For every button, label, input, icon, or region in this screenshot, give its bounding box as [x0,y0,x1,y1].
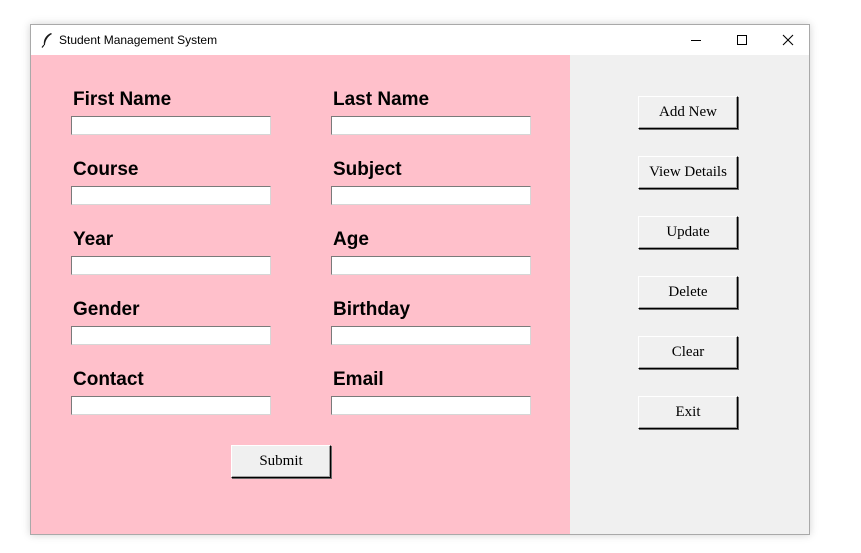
contact-field[interactable] [71,396,271,415]
contact-label: Contact [73,369,144,390]
age-label: Age [333,229,369,250]
add-new-button[interactable]: Add New [638,96,738,129]
gender-field[interactable] [71,326,271,345]
email-field[interactable] [331,396,531,415]
last-name-label: Last Name [333,89,430,110]
birthday-field[interactable] [331,326,531,345]
update-button[interactable]: Update [638,216,738,249]
delete-button[interactable]: Delete [638,276,738,309]
course-label: Course [73,159,139,180]
birthday-label: Birthday [333,299,411,320]
first-name-label: First Name [73,89,172,110]
minimize-icon [691,40,701,41]
title-bar[interactable]: Student Management System [31,25,809,55]
gender-label: Gender [73,299,140,320]
submit-button[interactable]: Submit [231,445,331,478]
subject-field[interactable] [331,186,531,205]
actions-panel: Add New View Details Update Delete Clear… [570,55,809,534]
course-field[interactable] [71,186,271,205]
maximize-icon [737,35,747,45]
feather-icon [41,33,52,48]
window-content: First Name Last Name Course Subject Year… [31,55,809,534]
view-details-button[interactable]: View Details [638,156,738,189]
minimize-button[interactable] [673,25,719,55]
desktop: Student Management System First Name Las… [0,0,861,553]
age-field[interactable] [331,256,531,275]
close-icon [782,34,794,46]
close-button[interactable] [765,25,811,55]
year-field[interactable] [71,256,271,275]
window-title: Student Management System [59,33,218,47]
first-name-field[interactable] [71,116,271,135]
maximize-button[interactable] [719,25,765,55]
clear-button[interactable]: Clear [638,336,738,369]
email-label: Email [333,369,384,390]
last-name-field[interactable] [331,116,531,135]
year-label: Year [73,229,114,250]
exit-button[interactable]: Exit [638,396,738,429]
app-window: Student Management System First Name Las… [30,24,810,535]
student-form-panel: First Name Last Name Course Subject Year… [31,55,570,534]
subject-label: Subject [333,159,402,180]
